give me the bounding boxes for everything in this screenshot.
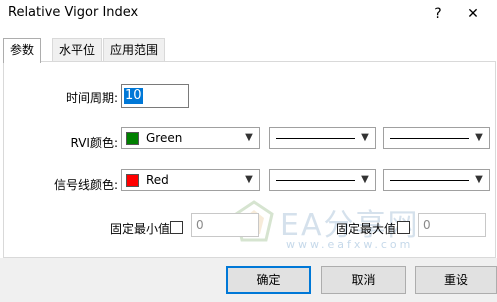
fixed-max-input[interactable]: 0	[418, 213, 486, 237]
solid-line-icon	[276, 180, 355, 181]
tab-visualization[interactable]: 应用范围	[103, 38, 166, 62]
rvi-color-label: RVI颜色:	[70, 136, 118, 150]
chevron-down-icon: ▼	[245, 132, 253, 143]
close-button[interactable]: ✕	[462, 3, 484, 25]
rvi-color-select[interactable]: Green ▼	[121, 127, 260, 149]
rvi-line-width-select[interactable]: ▼	[383, 127, 490, 149]
ok-button[interactable]: 确定	[226, 266, 311, 294]
fixed-max-label: 固定最大值	[335, 222, 396, 236]
line-width-icon	[390, 180, 469, 181]
fixed-min-label: 固定最小值	[109, 222, 170, 236]
reset-button[interactable]: 重设	[415, 266, 497, 294]
red-swatch-icon	[126, 174, 139, 187]
window-title: Relative Vigor Index	[8, 5, 139, 20]
solid-line-icon	[276, 138, 355, 139]
signal-line-width-select[interactable]: ▼	[383, 169, 490, 191]
line-width-icon	[390, 138, 469, 139]
title-bar: Relative Vigor Index ? ✕	[0, 0, 497, 30]
signal-color-select[interactable]: Red ▼	[121, 169, 260, 191]
chevron-down-icon: ▼	[361, 132, 369, 143]
cancel-button[interactable]: 取消	[321, 266, 406, 294]
signal-color-label: 信号线颜色:	[53, 178, 118, 192]
signal-color-value: Red	[146, 173, 169, 187]
fixed-min-input[interactable]: 0	[191, 213, 259, 237]
chevron-down-icon: ▼	[245, 174, 253, 185]
period-label: 时间周期:	[65, 91, 118, 105]
tab-parameters[interactable]: 参数	[3, 38, 42, 63]
fixed-min-checkbox[interactable]	[170, 221, 183, 234]
rvi-line-style-select[interactable]: ▼	[269, 127, 376, 149]
chevron-down-icon: ▼	[361, 174, 369, 185]
tab-bar: 参数 水平位 应用范围	[0, 38, 497, 63]
chevron-down-icon: ▼	[475, 132, 483, 143]
help-button[interactable]: ?	[428, 3, 448, 25]
rvi-color-value: Green	[146, 131, 183, 145]
period-value: 10	[124, 88, 143, 104]
watermark-url: www.eafxw.com	[286, 238, 414, 251]
chevron-down-icon: ▼	[475, 174, 483, 185]
dialog-footer: 确定 取消 重设	[0, 258, 497, 302]
tab-levels[interactable]: 水平位	[52, 38, 103, 62]
fixed-max-checkbox[interactable]	[397, 221, 410, 234]
green-swatch-icon	[126, 132, 139, 145]
period-input[interactable]: 10	[121, 84, 189, 108]
signal-line-style-select[interactable]: ▼	[269, 169, 376, 191]
